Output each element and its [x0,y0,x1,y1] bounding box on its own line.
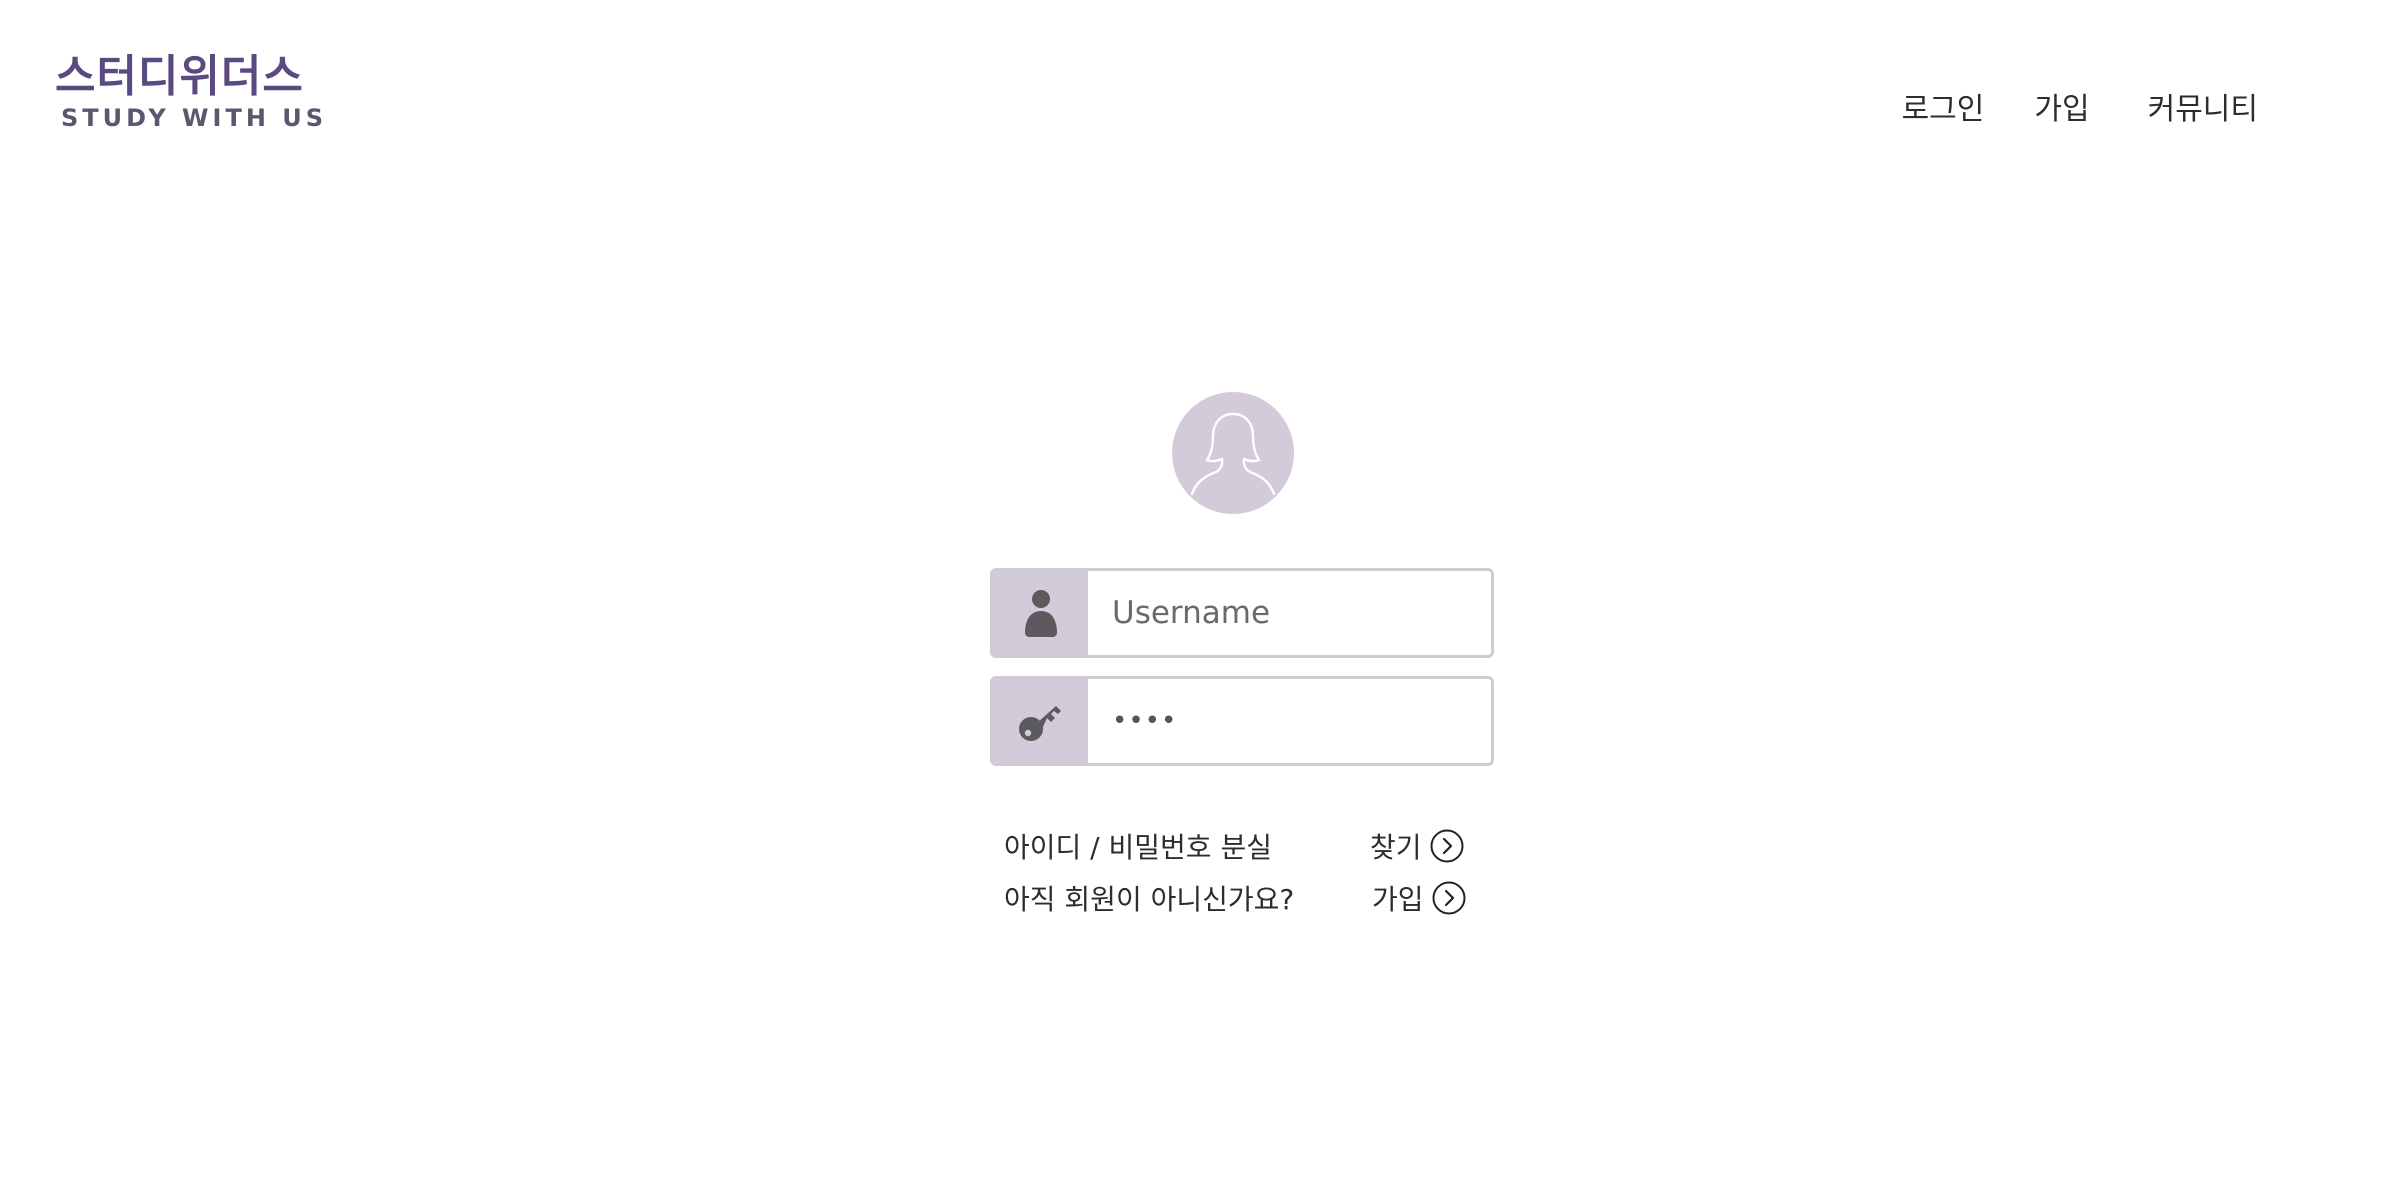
signup-prompt-row: 아직 회원이 아니신가요? 가입 [1004,872,1484,924]
login-page: 스터디위더스 STUDY WITH US 로그인 가입 커뮤니티 Usernam… [0,0,2400,1200]
signup-prompt-label: 아직 회원이 아니신가요? [1004,883,1295,916]
username-field [990,568,1494,658]
find-account-button-label: 찾기 [1370,831,1422,864]
password-addon [993,679,1088,763]
user-icon [1024,590,1057,637]
chevron-right-circle-icon [1432,881,1466,915]
avatar [1172,392,1294,514]
nav-login-link[interactable]: 로그인 [1902,90,1985,130]
find-account-row: 아이디 / 비밀번호 분실 찾기 [1004,820,1484,872]
key-icon [1018,706,1061,741]
signup-button[interactable]: 가입 [1372,878,1466,918]
user-silhouette-icon [1190,412,1276,496]
password-input[interactable] [1088,679,1491,763]
top-nav: 로그인 가입 커뮤니티 [1902,90,2258,130]
site-logo[interactable]: 스터디위더스 STUDY WITH US [55,51,328,142]
password-field [990,676,1494,766]
find-account-button[interactable]: 찾기 [1370,826,1464,866]
find-account-label: 아이디 / 비밀번호 분실 [1004,831,1272,864]
nav-community-link[interactable]: 커뮤니티 [2148,90,2258,130]
username-addon [993,571,1088,655]
account-links: 아이디 / 비밀번호 분실 찾기 아직 회원이 아니신가요? 가입 [1004,820,1484,924]
logo-english-text: STUDY WITH US [61,104,328,132]
signup-button-label: 가입 [1372,883,1424,916]
nav-signup-link[interactable]: 가입 [2034,90,2089,130]
logo-korean-text: 스터디위더스 [55,51,304,102]
chevron-right-circle-icon [1430,829,1464,863]
username-input[interactable] [1088,571,1491,655]
